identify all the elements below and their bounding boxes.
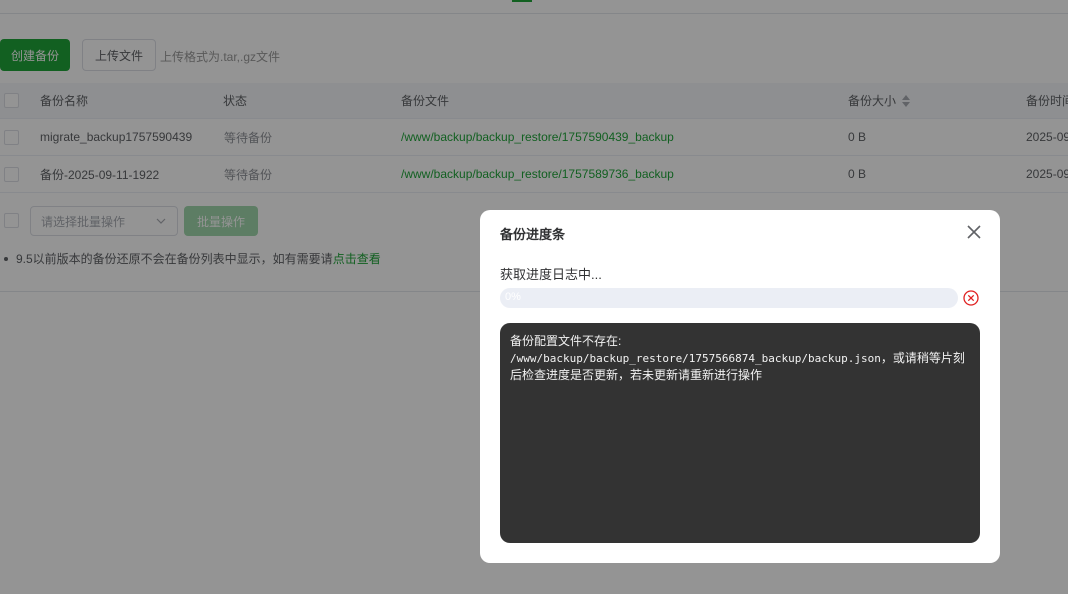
- progress-status-text: 获取进度日志中...: [500, 267, 602, 282]
- progress-bar: 0%: [500, 288, 958, 308]
- log-line: 备份配置文件不存在:: [510, 334, 622, 348]
- progress-percent-label: 0%: [505, 291, 521, 303]
- log-path: /www/backup/backup_restore/1757566874_ba…: [510, 352, 881, 365]
- dialog-title: 备份进度条: [500, 227, 566, 242]
- progress-log: 备份配置文件不存在: /www/backup/backup_restore/17…: [500, 323, 980, 543]
- backup-progress-dialog: 备份进度条 获取进度日志中... 0% 备份配置文件不存在: /www/back…: [480, 210, 1000, 563]
- log-line-suffix: ，或请稍等片刻: [880, 351, 965, 365]
- close-icon[interactable]: [964, 222, 984, 242]
- log-line: /www/backup/backup_restore/1757566874_ba…: [510, 350, 970, 367]
- log-line: 后检查进度是否更新，若未更新请重新进行操作: [510, 368, 763, 382]
- cancel-circle-icon[interactable]: [962, 289, 980, 307]
